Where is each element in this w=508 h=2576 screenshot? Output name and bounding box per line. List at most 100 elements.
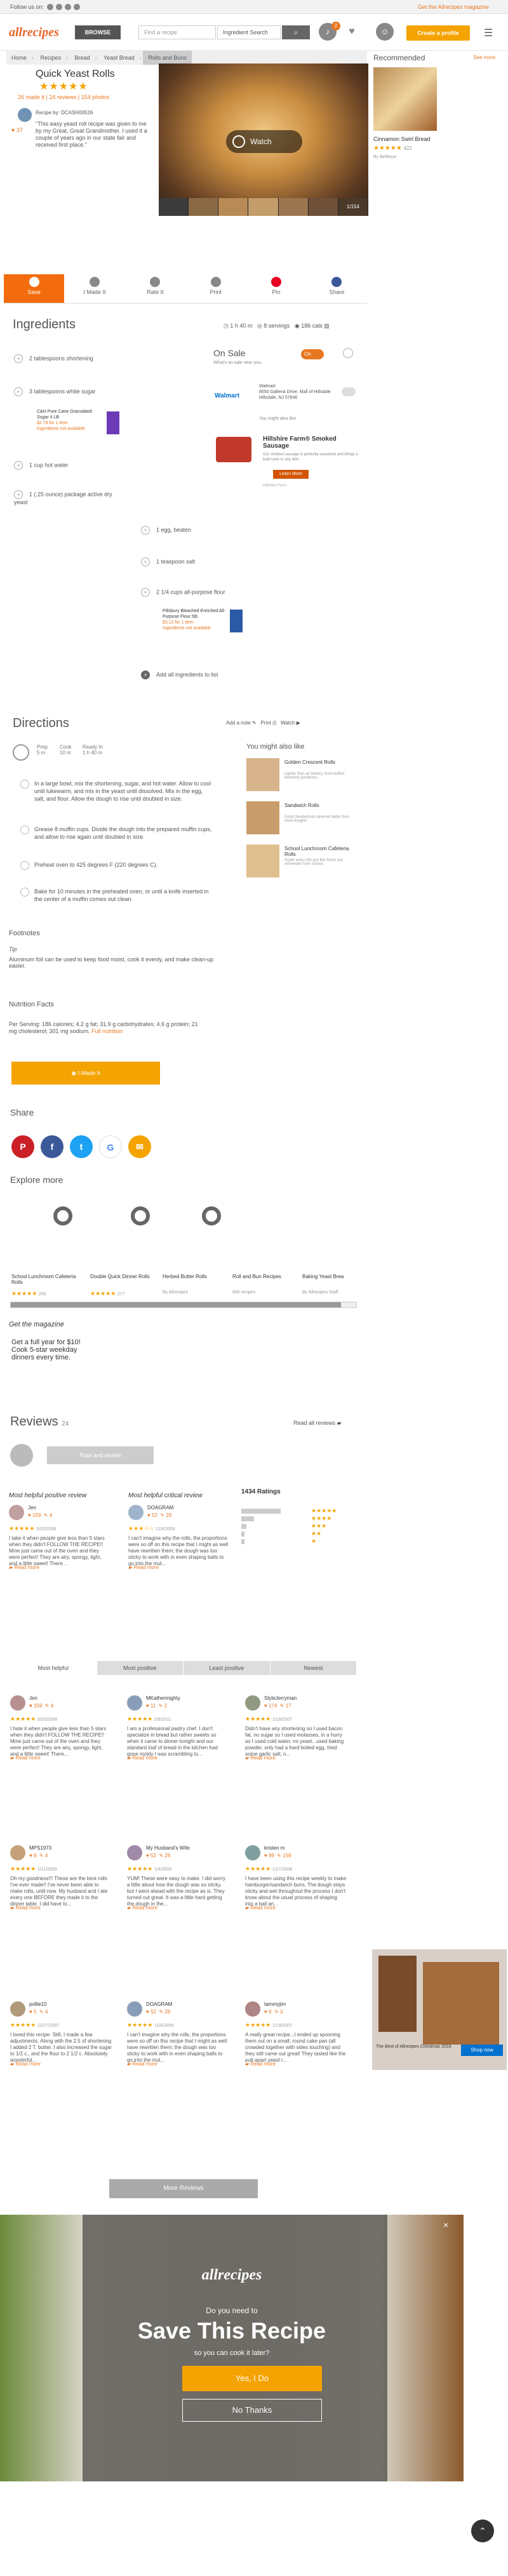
walmart-logo[interactable]: Walmart (215, 392, 239, 399)
explore-item[interactable]: School Lunchroom Cafeteria Rolls (11, 1274, 81, 1285)
rating-row[interactable]: ★★★★★ (241, 1507, 356, 1515)
ingredient-item[interactable]: +2 tablespoons shortening (14, 354, 93, 363)
photo-thumb[interactable] (308, 198, 338, 216)
author-avatar[interactable] (18, 108, 32, 122)
ymal-image[interactable] (246, 801, 279, 834)
servings[interactable]: 8 servings (264, 323, 290, 329)
rating-row[interactable]: ★★★ (241, 1523, 356, 1530)
get-magazine-link[interactable]: Get the Allrecipes magazine (418, 4, 489, 10)
see-more-link[interactable]: See more (473, 55, 495, 60)
read-more-link[interactable]: ▰ Read more (245, 2061, 276, 2067)
breadcrumb-recipes[interactable]: Recipes (36, 51, 67, 65)
reviewer-avatar[interactable] (245, 2001, 260, 2017)
site-logo[interactable]: allrecipes (9, 25, 59, 40)
rating-row[interactable]: ★ (241, 1538, 356, 1545)
twitter-icon[interactable]: t (70, 1135, 93, 1158)
more-reviews-button[interactable]: More Reviews (109, 2179, 258, 2198)
explore-item[interactable]: Baking Yeast Brea (302, 1274, 372, 1279)
reviewer-avatar[interactable] (245, 1845, 260, 1860)
product-sugar[interactable]: C&H Pure Cane Granulated Sugar 4 LB $2.7… (37, 409, 103, 432)
promo-title[interactable]: Hillshire Farm® Smoked Sausage (263, 436, 358, 450)
ingredient-item[interactable]: +1 cup hot water (14, 461, 69, 470)
email-icon[interactable]: ✉ (128, 1135, 151, 1158)
reviewer-avatar[interactable] (10, 1845, 25, 1860)
facebook-icon[interactable]: f (41, 1135, 64, 1158)
yes-save-button[interactable]: Yes, I Do (182, 2366, 322, 2391)
scroll-top-icon[interactable]: ⌃ (471, 2519, 494, 2542)
photo-count[interactable]: 1/154 (338, 198, 368, 216)
read-more-link[interactable]: ▰ Read more (128, 1565, 159, 1571)
add-note-link[interactable]: Add a note (226, 720, 251, 726)
photo-thumb[interactable] (278, 198, 309, 216)
ymal-image[interactable] (246, 844, 279, 878)
read-more-link[interactable]: ▰ Read more (245, 1905, 276, 1911)
browse-button[interactable]: BROWSE (75, 25, 121, 39)
read-more-link[interactable]: ▰ Read more (10, 2061, 41, 2067)
ingredient-item[interactable]: +1 teaspoon salt (141, 557, 195, 566)
pin-button[interactable]: Pin (246, 274, 306, 303)
reviewer-avatar[interactable] (127, 1845, 142, 1860)
no-thanks-button[interactable]: No Thanks (182, 2399, 322, 2422)
tab-most-positive[interactable]: Most positive (97, 1661, 184, 1675)
rating-row[interactable]: ★★★★ (241, 1515, 356, 1523)
breadcrumb-bread[interactable]: Bread (70, 51, 95, 65)
direction-step[interactable]: Grease 8 muffin cups. Divide the dough i… (20, 825, 212, 841)
read-more-link[interactable]: ▰ Read more (127, 2061, 157, 2067)
instagram-icon[interactable] (74, 4, 80, 10)
print-button[interactable]: Print (185, 274, 246, 303)
explore-card-icon[interactable] (177, 1206, 246, 1242)
reviewer-avatar[interactable] (128, 1505, 144, 1520)
heart-icon[interactable]: ♥ (343, 23, 361, 41)
breadcrumb-home[interactable]: Home (6, 51, 32, 65)
menu-icon[interactable]: ☰ (484, 27, 493, 39)
read-more-link[interactable]: ▰ Read more (245, 1755, 276, 1761)
step-checkbox[interactable] (20, 780, 29, 789)
product-image[interactable] (107, 411, 119, 434)
calories[interactable]: 186 cals (301, 323, 323, 329)
ingredient-item[interactable]: +1 egg, beaten (141, 526, 191, 535)
tab-newest[interactable]: Newest (271, 1661, 357, 1675)
pinterest-icon[interactable]: P (11, 1135, 34, 1158)
reviewer-avatar[interactable] (10, 2001, 25, 2017)
find-recipe-input[interactable]: Find a recipe (138, 25, 216, 39)
advertisement[interactable]: The Best of Allrecipes Christmas 2019 Sh… (372, 1949, 507, 2070)
explore-item[interactable]: Herbed Butter Rolls (163, 1274, 232, 1279)
recipe-by[interactable]: Recipe by: DCASH00526 (36, 110, 93, 116)
made-it-button[interactable]: I Made It (64, 274, 124, 303)
reviewer-name[interactable]: kristen m (264, 1845, 284, 1852)
profile-icon[interactable]: ☺ (376, 23, 394, 41)
reviewer-avatar[interactable] (10, 1695, 25, 1711)
full-nutrition-link[interactable]: Full nutrition (91, 1028, 123, 1034)
camera-icon[interactable] (159, 198, 189, 216)
ymal-image[interactable] (246, 758, 279, 791)
read-more-link[interactable]: ▰ Read more (9, 1565, 39, 1571)
save-button[interactable]: Save (4, 274, 65, 303)
learn-more-button[interactable]: Learn More (273, 470, 309, 479)
step-checkbox[interactable] (20, 825, 29, 834)
read-more-link[interactable]: ▰ Read more (127, 1755, 157, 1761)
twitter-icon[interactable] (65, 4, 71, 10)
gear-icon[interactable] (343, 348, 353, 358)
google-icon[interactable]: G (99, 1135, 122, 1158)
print-link[interactable]: Print (260, 720, 271, 726)
reviewer-avatar[interactable] (127, 1695, 142, 1711)
reviewer-avatar[interactable] (127, 2001, 142, 2017)
reviewer-name[interactable]: Jen (28, 1505, 36, 1511)
reviewer-name[interactable]: StyleJerryman (264, 1695, 297, 1702)
reviewer-name[interactable]: DOAGRAM (147, 1505, 173, 1511)
photo-thumb[interactable] (189, 198, 219, 216)
made-it-counts[interactable]: 26 made it | 24 reviews | 154 photos (18, 94, 109, 100)
rating-row[interactable]: ★★ (241, 1530, 356, 1538)
magazine-offer[interactable]: Get a full year for $10! Cook 5-star week… (11, 1338, 81, 1361)
breadcrumb-rolls[interactable]: Rolls and Buns (143, 51, 192, 65)
read-more-link[interactable]: ▰ Read more (10, 1755, 41, 1761)
close-icon[interactable]: × (443, 2220, 448, 2230)
read-more-link[interactable]: ▰ Read more (10, 1905, 41, 1911)
add-all-ingredients-link[interactable]: + Add all ingredients to list (141, 671, 218, 679)
tab-most-helpful[interactable]: Most helpful (10, 1661, 97, 1675)
recommended-image[interactable] (373, 67, 437, 131)
reviewer-name[interactable]: My Husband's Wife (146, 1845, 190, 1852)
made-it-cta[interactable]: ◉ I Made It (11, 1062, 160, 1084)
reviewer-name[interactable]: tammyjim (264, 2001, 286, 2008)
read-all-reviews-link[interactable]: Read all reviews ▰ (293, 1420, 341, 1427)
